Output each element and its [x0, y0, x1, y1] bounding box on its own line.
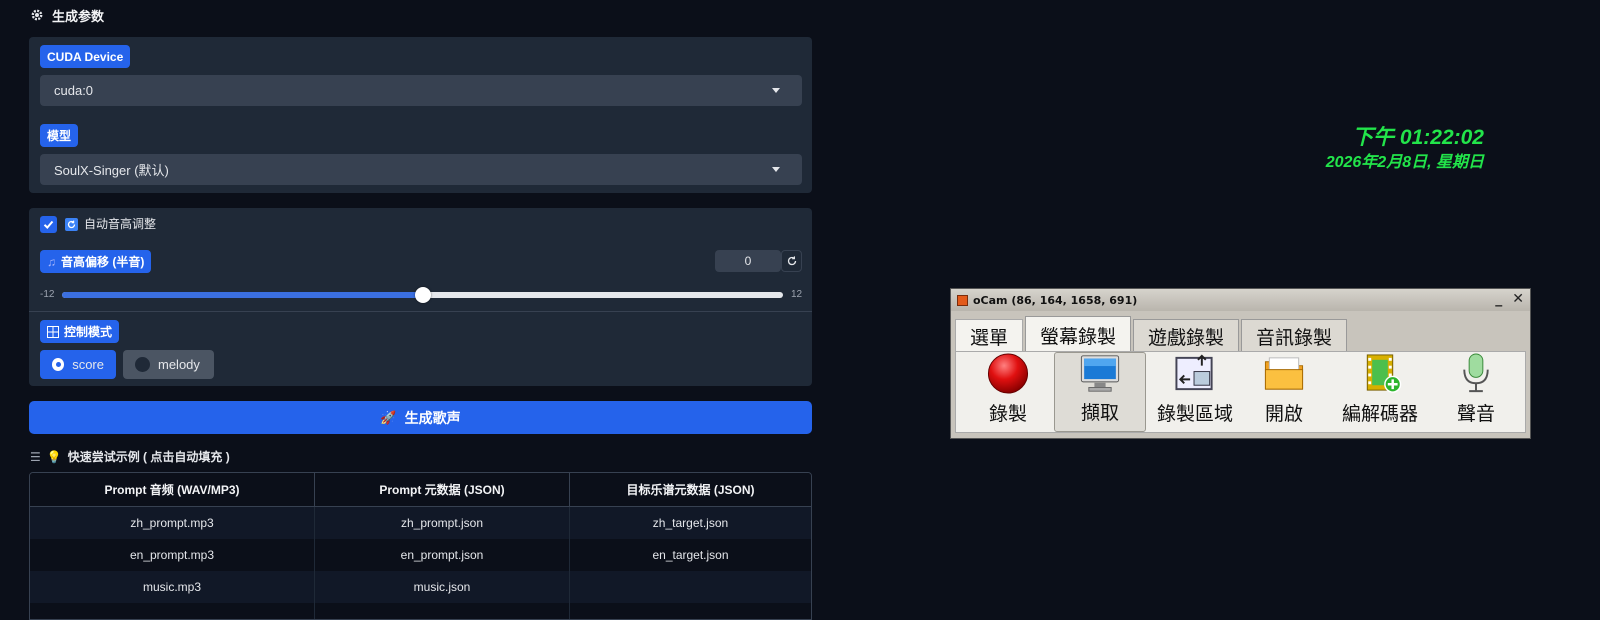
open-button[interactable]: 開啟: [1246, 352, 1322, 432]
reset-button[interactable]: [781, 250, 802, 272]
ocam-toolbar: 錄製 擷取 錄製區域 開啟 編解碼器 聲音: [955, 351, 1526, 433]
control-mode-label: 控制模式: [40, 320, 120, 343]
pitch-slider[interactable]: [62, 287, 783, 303]
table-cell: music.mp3: [30, 571, 315, 603]
radio-score[interactable]: score: [40, 350, 116, 379]
gear-icon: [30, 8, 44, 22]
list-icon: ☰: [30, 449, 41, 464]
table-row[interactable]: en_prompt.mp3 en_prompt.json en_target.j…: [30, 539, 811, 571]
table-cell: zh_prompt.json: [314, 506, 570, 539]
ocam-title: oCam (86, 164, 1658, 691): [973, 293, 1138, 307]
table-row[interactable]: zh_prompt.mp3 zh_prompt.json zh_target.j…: [30, 506, 811, 539]
ocam-tabbar: 選單 螢幕錄製 遊戲錄製 音訊錄製: [955, 316, 1349, 353]
pitch-shift-label: ♫ 音高偏移 (半音): [40, 250, 152, 273]
table-row: [30, 603, 811, 619]
model-value: SoulX-Singer (默认): [54, 163, 169, 178]
section-header: 生成参数: [30, 6, 104, 24]
folder-icon: [1264, 357, 1304, 390]
codec-label: 編解碼器: [1341, 403, 1418, 425]
radio-unselected-icon: [135, 357, 150, 372]
rocket-icon: 🚀: [380, 409, 397, 425]
table-cell: zh_prompt.mp3: [30, 506, 315, 539]
examples-title: 快速尝试示例 ( 点击自动填充 ): [67, 450, 230, 464]
clock-date: 2026年2月8日, 星期日: [1325, 154, 1484, 171]
codec-button[interactable]: 編解碼器: [1332, 352, 1428, 432]
table-header: Prompt 音频 (WAV/MP3): [30, 473, 315, 507]
section-title: 生成参数: [52, 8, 105, 24]
tab-game-record[interactable]: 遊戲錄製: [1133, 319, 1240, 353]
monitor-icon: [1080, 355, 1120, 392]
microphone-icon: [1463, 353, 1489, 393]
divider: [29, 311, 812, 312]
table-cell: [569, 571, 811, 603]
table-cell: en_target.json: [569, 539, 811, 571]
lightbulb-icon: 💡: [46, 449, 62, 464]
table-row[interactable]: music.mp3 music.json: [30, 571, 811, 603]
ocam-app-icon: [957, 294, 968, 306]
table-cell: en_prompt.mp3: [30, 539, 315, 571]
open-label: 開啟: [1264, 403, 1303, 425]
tab-audio-record[interactable]: 音訊錄製: [1241, 319, 1348, 353]
radio-selected-icon: [52, 358, 65, 371]
pitch-panel: 自动音高调整 ♫ 音高偏移 (半音) 0 -12 12 控制模式 score m…: [29, 208, 812, 386]
slider-thumb[interactable]: [414, 287, 431, 303]
radio-melody-label: melody: [158, 357, 200, 372]
grid-icon: [47, 325, 59, 338]
ocam-titlebar[interactable]: oCam (86, 164, 1658, 691) _ ✕: [951, 289, 1530, 311]
radio-score-label: score: [72, 357, 104, 372]
reset-icon: [787, 256, 796, 266]
record-label: 錄製: [988, 403, 1027, 425]
music-note-icon: ♫: [47, 254, 56, 269]
pitch-shift-text: 音高偏移 (半音): [61, 255, 145, 269]
minimize-icon[interactable]: _: [1495, 291, 1502, 307]
auto-pitch-label: 自动音高调整: [84, 217, 157, 231]
record-area-label: 錄製區域: [1156, 403, 1233, 425]
slider-min-label: -12: [40, 289, 55, 300]
cuda-device-value: cuda:0: [54, 83, 94, 98]
table-header-row: Prompt 音频 (WAV/MP3) Prompt 元数据 (JSON) 目标…: [30, 473, 811, 507]
close-icon[interactable]: ✕: [1512, 291, 1524, 307]
table-cell: zh_target.json: [569, 506, 811, 539]
tab-screen-record[interactable]: 螢幕錄製: [1025, 316, 1132, 353]
examples-table-wrapper: Prompt 音频 (WAV/MP3) Prompt 元数据 (JSON) 目标…: [29, 472, 812, 620]
pitch-shift-input[interactable]: 0: [715, 250, 781, 272]
device-panel: CUDA Device cuda:0 模型 SoulX-Singer (默认): [29, 37, 812, 193]
radio-melody[interactable]: melody: [123, 350, 214, 379]
chevron-down-icon: [772, 166, 780, 172]
record-area-button[interactable]: 錄製區域: [1150, 352, 1240, 432]
examples-header: ☰ 💡 快速尝试示例 ( 点击自动填充 ): [30, 448, 230, 465]
cuda-device-select[interactable]: cuda:0: [40, 75, 802, 106]
capture-button[interactable]: 擷取: [1054, 352, 1146, 432]
control-mode-text: 控制模式: [64, 325, 113, 339]
generate-button[interactable]: 🚀 生成歌声: [29, 401, 812, 434]
table-header: Prompt 元数据 (JSON): [314, 473, 570, 507]
auto-pitch-checkbox[interactable]: [40, 216, 57, 233]
record-button[interactable]: 錄製: [966, 352, 1050, 432]
film-add-icon: [1366, 354, 1402, 393]
generate-button-label: 生成歌声: [404, 409, 461, 426]
tab-menu[interactable]: 選單: [955, 319, 1024, 353]
table-header: 目标乐谱元数据 (JSON): [569, 473, 811, 507]
model-label: 模型: [40, 124, 79, 147]
examples-table: Prompt 音频 (WAV/MP3) Prompt 元数据 (JSON) 目标…: [30, 473, 811, 619]
ocam-window: oCam (86, 164, 1658, 691) _ ✕ 選單 螢幕錄製 遊戲…: [950, 288, 1531, 439]
slider-max-label: 12: [791, 289, 803, 300]
slider-fill: [62, 292, 423, 298]
table-cell: en_prompt.json: [314, 539, 570, 571]
sound-button[interactable]: 聲音: [1438, 352, 1514, 432]
clock-time: 下午 01:22:02: [1352, 126, 1484, 149]
record-icon: [987, 353, 1029, 394]
sound-label: 聲音: [1456, 403, 1495, 425]
resize-area-icon: [1175, 354, 1213, 391]
cuda-device-label: CUDA Device: [40, 45, 131, 68]
pitch-shift-value: 0: [744, 254, 752, 268]
refresh-icon: [65, 218, 78, 231]
table-cell: music.json: [314, 571, 570, 603]
model-select[interactable]: SoulX-Singer (默认): [40, 154, 802, 185]
capture-label: 擷取: [1080, 402, 1119, 424]
chevron-down-icon: [772, 87, 780, 93]
